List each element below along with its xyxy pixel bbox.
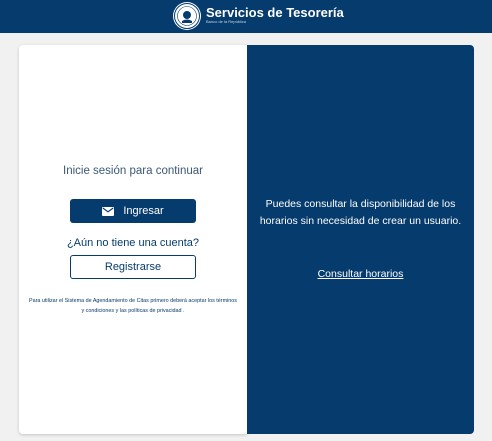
register-button-label: Registrarse — [104, 261, 162, 273]
app-subtitle: Banco de la República — [206, 19, 247, 24]
info-panel: Puedes consultar la disponibilidad de lo… — [247, 45, 474, 434]
top-bar: Servicios de Tesorería Banco de la Repúb… — [0, 0, 492, 33]
mail-icon — [102, 206, 115, 216]
no-account-text: ¿Aún no tiene una cuenta? — [66, 237, 200, 249]
login-panel: Inicie sesión para continuar Ingresar ¿A… — [19, 45, 247, 434]
terms-text: Para utilizar el Sistema de Agendamiento… — [29, 298, 237, 314]
consult-schedules-link[interactable]: Consultar horarios — [247, 268, 474, 280]
register-button[interactable]: Registrarse — [70, 255, 196, 279]
availability-info: Puedes consultar la disponibilidad de lo… — [259, 198, 462, 227]
seal-icon — [173, 2, 201, 30]
login-prompt: Inicie sesión para continuar — [63, 165, 203, 177]
login-button-label: Ingresar — [123, 205, 164, 217]
login-button[interactable]: Ingresar — [70, 199, 196, 223]
app-title: Servicios de Tesorería — [206, 5, 344, 20]
